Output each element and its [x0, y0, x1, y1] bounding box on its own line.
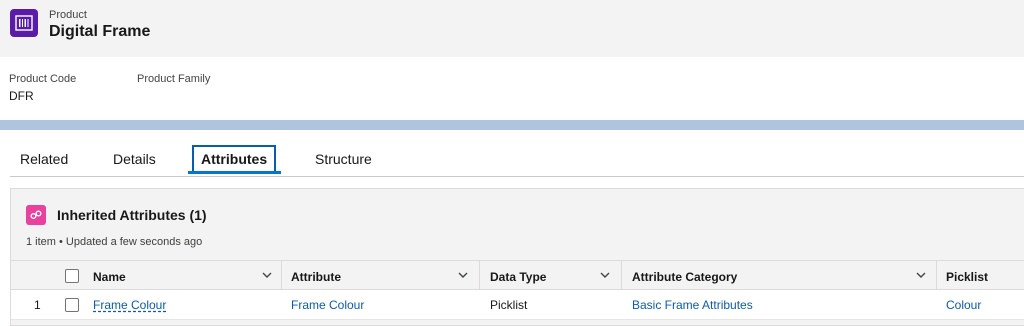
row-attribute-link[interactable]: Frame Colour: [291, 298, 364, 312]
product-barcode-icon: [10, 9, 38, 37]
column-header-attribute[interactable]: Attribute: [291, 270, 341, 284]
chevron-down-icon[interactable]: [457, 269, 469, 281]
table-row: 1 Frame Colour Frame Colour Picklist Bas…: [11, 290, 1024, 320]
related-list-meta: 1 item • Updated a few seconds ago: [26, 236, 203, 248]
product-family-label: Product Family: [137, 73, 211, 85]
attributes-icon: [26, 205, 46, 225]
inherited-attributes-card: Inherited Attributes (1) 1 item • Update…: [10, 188, 1024, 326]
product-code-label: Product Code: [9, 73, 77, 85]
record-title: Digital Frame: [49, 23, 151, 40]
select-all-checkbox[interactable]: [65, 269, 79, 283]
column-divider: [936, 261, 937, 291]
chevron-down-icon[interactable]: [599, 269, 611, 281]
product-code-value: DFR: [9, 89, 34, 103]
related-list-title[interactable]: Inherited Attributes (1): [57, 207, 207, 223]
column-divider: [621, 261, 622, 291]
row-attribute-category-link[interactable]: Basic Frame Attributes: [632, 298, 753, 312]
row-select-checkbox[interactable]: [65, 298, 79, 312]
record-object-type: Product: [49, 9, 87, 21]
column-header-data-type[interactable]: Data Type: [490, 270, 546, 284]
active-tab-indicator: [188, 171, 281, 174]
column-header-picklist[interactable]: Picklist: [946, 270, 988, 284]
row-name-link[interactable]: Frame Colour: [93, 298, 166, 312]
chevron-down-icon[interactable]: [915, 269, 927, 281]
row-data-type: Picklist: [490, 298, 528, 312]
tab-structure[interactable]: Structure: [315, 151, 372, 167]
table-header: Name Attribute Data Type Attribute Categ…: [11, 260, 1024, 291]
record-tabs: Related Details Attributes Structure: [0, 130, 1024, 187]
column-divider: [281, 261, 282, 291]
tab-related[interactable]: Related: [20, 151, 68, 167]
row-picklist-link[interactable]: Colour: [946, 298, 981, 312]
column-header-attribute-category[interactable]: Attribute Category: [632, 270, 737, 284]
chevron-down-icon[interactable]: [261, 269, 273, 281]
column-divider: [479, 261, 480, 291]
tab-details[interactable]: Details: [113, 151, 156, 167]
record-header: Product Digital Frame: [0, 0, 1024, 57]
tabs-divider: [10, 176, 1024, 177]
tab-attributes[interactable]: Attributes: [192, 145, 277, 173]
column-header-name[interactable]: Name: [93, 270, 126, 284]
row-number: 1: [34, 298, 41, 312]
section-divider-band: [0, 120, 1024, 130]
highlights-panel: Product Code DFR Product Family: [0, 57, 1024, 120]
